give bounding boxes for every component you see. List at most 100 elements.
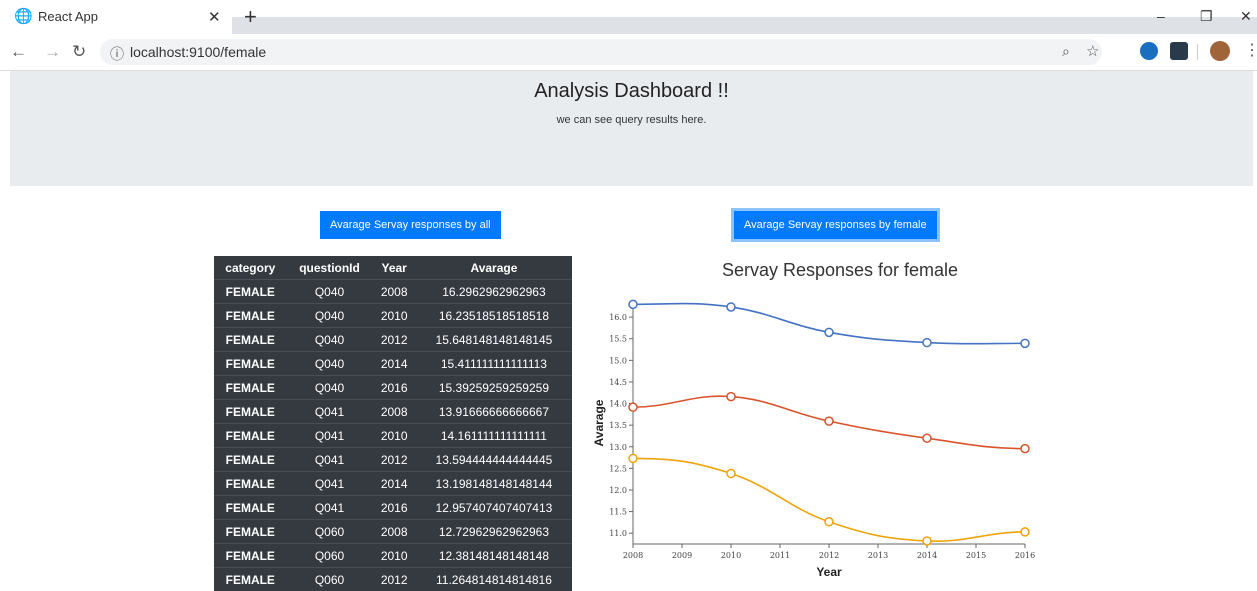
table-cell: 2008: [372, 280, 415, 304]
zoom-icon[interactable]: ⌕: [1062, 43, 1070, 60]
tab-close-icon[interactable]: ✕: [208, 8, 221, 26]
y-tick-label: 12.0: [609, 486, 627, 495]
x-tick-label: 2014: [917, 551, 937, 560]
column-header: Avarage: [416, 256, 572, 280]
table-header-row: category questionId Year Avarage: [214, 256, 572, 280]
x-tick-label: 2015: [966, 551, 986, 560]
y-axis-label: Avarage: [592, 399, 606, 446]
table-row: FEMALEQ040201615.39259259259259: [214, 376, 572, 400]
table-cell: 12.72962962962963: [416, 520, 572, 544]
forward-icon[interactable]: →: [44, 42, 61, 62]
responses-by-all-button[interactable]: Avarage Servay responses by all: [320, 211, 501, 239]
responses-by-female-button[interactable]: Avarage Servay responses by female: [734, 211, 937, 239]
tab-strip: [232, 17, 1257, 34]
table-cell: Q040: [287, 352, 373, 376]
table-cell: 11.264814814814816: [416, 568, 572, 591]
table-cell: Q041: [287, 496, 373, 520]
react-devtools-icon[interactable]: [1170, 42, 1188, 60]
table-cell: 2014: [372, 472, 415, 496]
table-cell: FEMALE: [214, 400, 287, 424]
line-chart: 11.011.512.012.513.013.514.014.515.015.5…: [585, 292, 1045, 587]
address-bar-row: ← → ↻ ⓘ localhost:9100/female ⌕ ☆ ⋮: [0, 34, 1257, 71]
results-table: category questionId Year Avarage FEMALEQ…: [214, 256, 572, 591]
table-cell: 15.411111111111113: [416, 352, 572, 376]
table-cell: 16.23518518518518: [416, 304, 572, 328]
omnibox[interactable]: ⓘ localhost:9100/female ⌕ ☆: [100, 39, 1102, 65]
table-cell: FEMALE: [214, 520, 287, 544]
table-cell: 12.957407407407413: [416, 496, 572, 520]
info-icon[interactable]: ⓘ: [110, 44, 124, 64]
table-cell: FEMALE: [214, 424, 287, 448]
table-cell: 13.594444444444445: [416, 448, 572, 472]
table-row: FEMALEQ040201215.648148148148145: [214, 328, 572, 352]
data-point: [923, 434, 931, 442]
table-cell: FEMALE: [214, 472, 287, 496]
table-row: FEMALEQ060200812.72962962962963: [214, 520, 572, 544]
new-tab-icon[interactable]: +: [244, 4, 257, 30]
table-cell: 2008: [372, 400, 415, 424]
close-window-icon[interactable]: ✕: [1240, 8, 1252, 25]
data-point: [825, 518, 833, 526]
table-cell: FEMALE: [214, 544, 287, 568]
page-subtitle: we can see query results here.: [10, 114, 1253, 126]
data-point: [727, 303, 735, 311]
table-cell: FEMALE: [214, 328, 287, 352]
x-tick-label: 2009: [672, 551, 692, 560]
column-header: Year: [372, 256, 415, 280]
column-header: questionId: [287, 256, 373, 280]
table-cell: Q041: [287, 472, 373, 496]
hp-extension-icon[interactable]: [1140, 42, 1158, 60]
series-line-0: [633, 304, 1025, 344]
table-cell: 2012: [372, 448, 415, 472]
x-tick-label: 2016: [1015, 551, 1035, 560]
x-tick-label: 2010: [721, 551, 741, 560]
table-cell: 2010: [372, 544, 415, 568]
table-cell: 2008: [372, 520, 415, 544]
data-point: [1021, 528, 1029, 536]
table-cell: Q041: [287, 400, 373, 424]
table-cell: Q040: [287, 376, 373, 400]
table-cell: 2014: [372, 352, 415, 376]
y-tick-label: 11.5: [609, 508, 627, 517]
table-row: FEMALEQ040201415.411111111111113: [214, 352, 572, 376]
table-cell: 16.2962962962963: [416, 280, 572, 304]
table-cell: FEMALE: [214, 496, 287, 520]
page-title: Analysis Dashboard !!: [10, 80, 1253, 103]
browser-tab[interactable]: 🌐 React App ✕: [0, 0, 228, 34]
browser-tab-bar: 🌐 React App ✕ + – ❐ ✕: [0, 0, 1257, 34]
column-header: category: [214, 256, 287, 280]
data-point: [923, 339, 931, 347]
header-jumbotron: Analysis Dashboard !! we can see query r…: [10, 71, 1253, 186]
url-text[interactable]: localhost:9100/female: [130, 44, 266, 60]
bookmark-star-icon[interactable]: ☆: [1086, 42, 1099, 60]
profile-avatar[interactable]: [1210, 41, 1230, 61]
data-point: [629, 403, 637, 411]
table-cell: FEMALE: [214, 304, 287, 328]
table-row: FEMALEQ060201012.38148148148148: [214, 544, 572, 568]
table-cell: Q060: [287, 544, 373, 568]
table-cell: 14.161111111111111: [416, 424, 572, 448]
x-tick-label: 2011: [770, 551, 790, 560]
x-tick-label: 2008: [623, 551, 643, 560]
y-tick-label: 14.5: [609, 378, 627, 387]
table-cell: 13.198148148148144: [416, 472, 572, 496]
table-cell: FEMALE: [214, 568, 287, 591]
y-tick-label: 14.0: [609, 400, 627, 409]
back-icon[interactable]: ←: [10, 42, 27, 62]
table-cell: FEMALE: [214, 352, 287, 376]
data-point: [727, 470, 735, 478]
y-tick-label: 12.5: [609, 464, 627, 473]
table-cell: 15.648148148148145: [416, 328, 572, 352]
table-row: FEMALEQ060201211.264814814814816: [214, 568, 572, 591]
restore-icon[interactable]: ❐: [1200, 8, 1213, 25]
table-cell: FEMALE: [214, 280, 287, 304]
kebab-menu-icon[interactable]: ⋮: [1244, 40, 1257, 60]
table-cell: 2012: [372, 328, 415, 352]
table-row: FEMALEQ041201014.161111111111111: [214, 424, 572, 448]
chart-title: Servay Responses for female: [590, 260, 1090, 281]
table-cell: Q040: [287, 304, 373, 328]
reload-icon[interactable]: ↻: [72, 42, 86, 62]
table-cell: 2012: [372, 568, 415, 591]
data-point: [629, 300, 637, 308]
minimize-icon[interactable]: –: [1157, 8, 1165, 24]
